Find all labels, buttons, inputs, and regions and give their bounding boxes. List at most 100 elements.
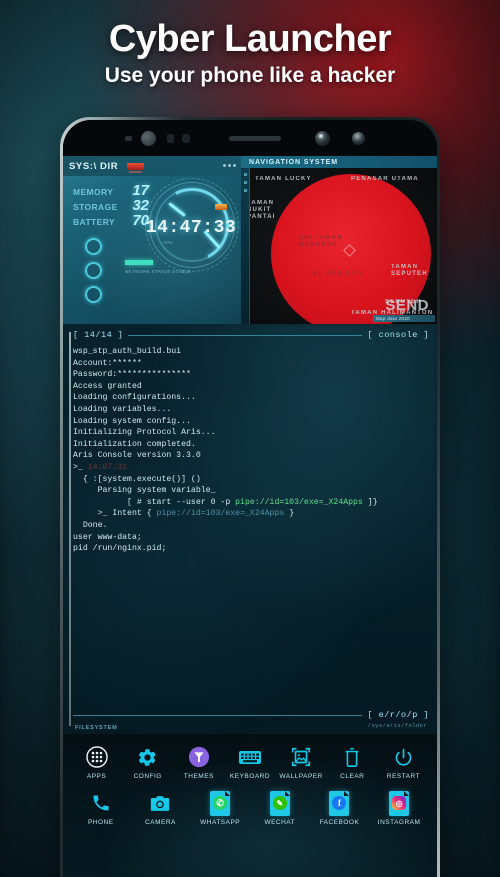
console-footer-path: /sys/aris/folder	[367, 722, 427, 729]
themes-filter-icon	[176, 744, 222, 770]
dock-item-restart[interactable]: RESTART	[380, 744, 426, 780]
dock-item-camera[interactable]: CAMERA	[137, 790, 183, 826]
network-status-label: NETWORK STATUS STABLE	[125, 269, 191, 274]
console-line: Aris Console version 3.3.0	[73, 451, 201, 461]
console-output: wsp_stp_auth_build.bui Account:****** Pa…	[73, 346, 429, 555]
console-parse: Parsing system variable_	[97, 486, 216, 496]
dock-label: APPS	[86, 773, 107, 780]
dock-label: WHATSAPP	[200, 819, 241, 826]
dock-item-whatsapp[interactable]: ✆ WHATSAPP	[197, 790, 243, 826]
dock-label: FACEBOOK	[319, 819, 360, 826]
menu-dots-icon[interactable]	[223, 164, 236, 167]
navigation-widget[interactable]: NAVIGATION SYSTEM TAMAN LUCKY PENASAR UT…	[241, 156, 437, 324]
light-sensor-icon	[182, 134, 190, 143]
dock-item-clear[interactable]: CLEAR	[329, 744, 375, 780]
console-prompt-line: >_ 14:07:31	[73, 462, 128, 472]
stat-label: STORAGE	[73, 202, 118, 212]
dock-item-apps[interactable]: APPS	[74, 744, 120, 780]
map-side-strip	[241, 168, 250, 324]
promo-subtitle: Use your phone like a hacker	[104, 64, 396, 87]
dock-row-system: APPS CONFIG THEMES KEYBOARD WALLPAPER CL…	[63, 744, 437, 780]
console-intent-prefix: >_ Intent {	[97, 509, 157, 519]
promo-headline: Cyber Launcher Use your phone like a hac…	[0, 18, 500, 88]
system-stats: MEMORY 17 STORAGE 32 BATTERY 70	[73, 182, 149, 229]
dock-item-instagram[interactable]: ◎ INSTAGRAM	[376, 790, 422, 826]
dock-item-wallpaper[interactable]: WALLPAPER	[278, 744, 324, 780]
dock-label: WECHAT	[264, 819, 296, 826]
instagram-icon: ◎	[376, 790, 422, 816]
app-dock: APPS CONFIG THEMES KEYBOARD WALLPAPER CL…	[63, 734, 437, 877]
console-left-edge	[69, 332, 71, 726]
console-line: Parsing system variable_	[73, 485, 429, 497]
map-label: PENASAR UTAMA	[351, 176, 419, 182]
console-line: Initialization completed.	[73, 439, 196, 449]
console-line: Loading system config...	[73, 416, 191, 426]
clock-time: 14:47:33	[145, 218, 237, 238]
promo-title: Cyber Launcher	[108, 18, 392, 60]
console-line: Initializing Protocol Aris...	[73, 428, 216, 438]
console-pipe-uri: pipe://id=103/exe=_X24Apps	[156, 509, 285, 519]
dock-row-apps: PHONE CAMERA ✆ WHATSAPP ✎ WECHAT f FACEB…	[63, 790, 437, 826]
navigation-titlebar: NAVIGATION SYSTEM	[241, 156, 437, 168]
console-line: >_ Intent { pipe://id=103/exe=_X24Apps }	[73, 508, 429, 520]
dock-label: CLEAR	[340, 773, 365, 780]
power-icon	[380, 744, 426, 770]
map-attribution: Map data 2020	[373, 315, 435, 322]
sensor-icon	[125, 136, 132, 141]
alert-chip-icon	[215, 204, 227, 210]
wechat-icon: ✎	[257, 790, 303, 816]
status-badge	[127, 162, 145, 173]
console-pipe-uri: pipe://id=103/exe=_X24Apps	[235, 497, 363, 507]
console-line: { :[system.execute()] ()	[73, 474, 429, 486]
dock-item-themes[interactable]: THEMES	[176, 744, 222, 780]
console-line: Done.	[73, 520, 429, 532]
dock-label: THEMES	[183, 773, 214, 780]
earpiece-icon	[229, 136, 281, 141]
sysdir-title: SYS:\ DIR	[69, 160, 119, 172]
console-intent-suffix: }	[284, 509, 295, 519]
stat-label: BATTERY	[73, 217, 115, 227]
dock-label: CAMERA	[145, 819, 176, 826]
map-label: TAMAN SEPUTEH	[391, 264, 428, 277]
navigation-title: NAVIGATION SYSTEM	[249, 158, 338, 166]
dock-item-keyboard[interactable]: KEYBOARD	[227, 744, 273, 780]
sysdir-widget[interactable]: SYS:\ DIR MEMORY 17 STORAGE 32 BATTERY 7…	[63, 156, 241, 324]
dock-label: RESTART	[386, 773, 421, 780]
dock-item-config[interactable]: CONFIG	[125, 744, 171, 780]
camera-icon	[137, 790, 183, 816]
facebook-icon: f	[316, 790, 362, 816]
phone-icon	[78, 790, 124, 816]
console-start-prefix: [ # start --user 0 -p	[127, 497, 236, 507]
dock-item-phone[interactable]: PHONE	[78, 790, 124, 826]
ring-indicators	[85, 238, 102, 310]
iris-scanner-icon	[315, 131, 330, 146]
console-line: Account:******	[73, 358, 142, 368]
trash-icon	[329, 744, 375, 770]
send-button[interactable]: SEND	[385, 297, 429, 314]
stat-label: MEMORY	[73, 187, 114, 197]
dock-label: INSTAGRAM	[377, 819, 421, 826]
proximity-sensor-icon	[167, 134, 174, 143]
gear-icon	[125, 744, 171, 770]
map-label: TAMAN LUCKY	[255, 176, 312, 182]
console-footer: [ e/r/o/p ]	[73, 710, 429, 720]
console-counter: [ 14/14 ]	[73, 330, 124, 340]
dock-item-wechat[interactable]: ✎ WECHAT	[257, 790, 303, 826]
console-line: Loading variables...	[73, 404, 172, 414]
phone-mockup: SYS:\ DIR MEMORY 17 STORAGE 32 BATTERY 7…	[60, 117, 440, 877]
sysdir-titlebar: SYS:\ DIR	[63, 156, 241, 176]
apps-grid-icon	[74, 744, 120, 770]
console-timestamp: 14:07:31	[87, 462, 128, 472]
filesystem-label: FILESYSTEM	[75, 725, 118, 731]
led-indicator-icon	[352, 132, 365, 145]
map-label: TAMAN BUKIT PANTAI	[247, 200, 276, 220]
dock-item-facebook[interactable]: f FACEBOOK	[316, 790, 362, 826]
console-start-suffix: ]}	[362, 497, 378, 507]
front-camera-icon	[141, 131, 156, 146]
whatsapp-icon: ✆	[197, 790, 243, 816]
console-panel[interactable]: [ 14/14 ] [ console ] wsp_stp_auth_build…	[63, 324, 437, 734]
map-label: SRI TAMAN BANGSAR	[299, 235, 343, 248]
console-line: user www-data;	[73, 532, 142, 542]
keyboard-icon	[227, 744, 273, 770]
console-done: Done.	[82, 520, 108, 530]
